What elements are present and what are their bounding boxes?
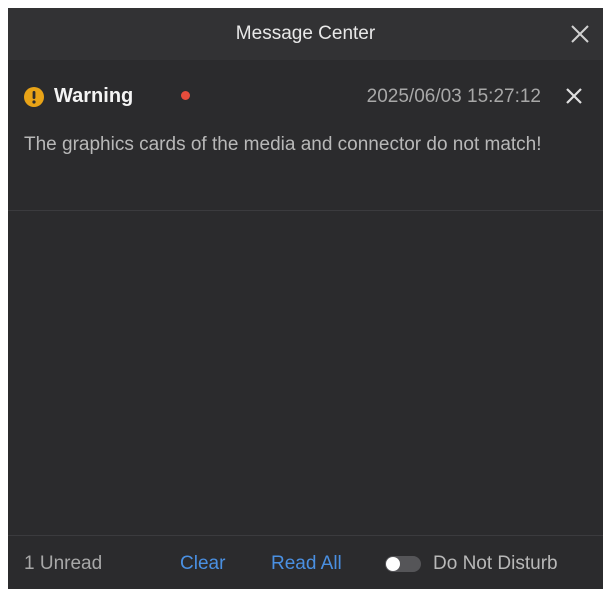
panel-title: Message Center (235, 23, 376, 44)
unread-indicator (181, 91, 190, 100)
read-all-button[interactable]: Read All (271, 552, 342, 576)
message-timestamp: 2025/06/03 15:27:12 (366, 86, 541, 107)
close-icon (571, 25, 589, 43)
do-not-disturb-label: Do Not Disturb (433, 553, 558, 574)
message-title: Warning (54, 85, 134, 107)
title-bar: Message Center (8, 8, 603, 60)
clear-button[interactable]: Clear (180, 552, 225, 576)
message-body: The graphics cards of the media and conn… (24, 134, 542, 155)
warning-icon (24, 87, 44, 107)
do-not-disturb-toggle[interactable] (385, 556, 421, 572)
message-item: Warning 2025/06/03 15:27:12 The graphics… (8, 60, 603, 211)
unread-count: 1 Unread (24, 553, 103, 574)
message-dismiss-button[interactable] (563, 85, 585, 107)
message-center-panel: Message Center Warning 2025/06/03 15:27:… (8, 8, 603, 589)
close-button[interactable] (567, 21, 593, 47)
close-icon (566, 88, 582, 104)
toggle-knob (386, 557, 400, 571)
footer-bar: 1 Unread Clear Read All Do Not Disturb (8, 535, 603, 589)
